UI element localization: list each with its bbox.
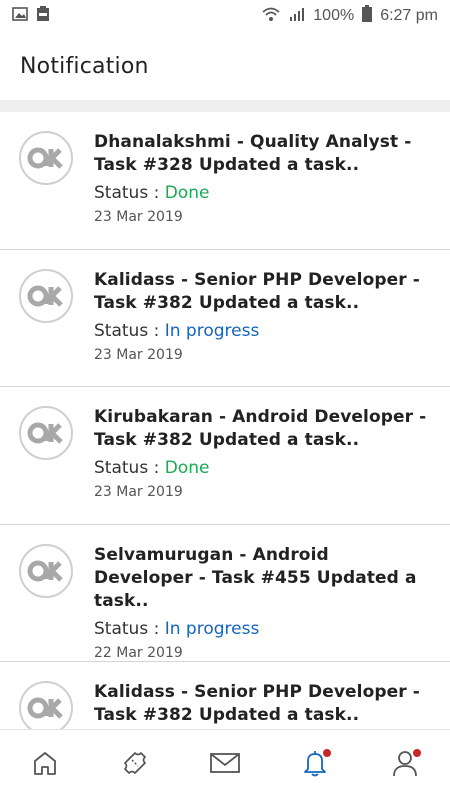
notification-date: 23 Mar 2019 — [94, 346, 183, 363]
avatar-logo-icon — [19, 681, 73, 729]
avatar-logo-icon — [19, 543, 73, 598]
battery-icon — [362, 5, 373, 27]
status-bar-right: 100% 6:27 pm — [261, 5, 438, 27]
notification-item[interactable]: Selvamurugan - Android Developer - Task … — [0, 525, 450, 662]
notification-date: 22 Mar 2019 — [94, 644, 183, 661]
avatar-logo-icon — [19, 131, 73, 185]
status-label: Status : — [94, 458, 165, 478]
notification-status: Status : In progress — [94, 617, 430, 641]
nav-mail-button[interactable] — [195, 735, 255, 795]
status-bar-left — [12, 5, 50, 27]
status-value: Done — [164, 458, 210, 478]
home-icon — [31, 749, 59, 781]
notification-item[interactable]: Kalidass - Senior PHP Developer - Task #… — [0, 662, 450, 729]
mail-icon — [209, 751, 241, 779]
notification-date: 23 Mar 2019 — [94, 209, 183, 225]
app-header: Notification — [0, 32, 450, 100]
clock: 6:27 pm — [380, 7, 438, 24]
notification-title: Selvamurugan - Android Developer - Task … — [94, 544, 417, 611]
ticket-icon — [120, 748, 150, 782]
notification-item[interactable]: Kirubakaran - Android Developer - Task #… — [0, 387, 450, 525]
notification-status: Status : In progress — [94, 319, 430, 343]
status-bar: 100% 6:27 pm — [0, 0, 450, 32]
wifi-icon — [261, 6, 281, 27]
notification-date: 23 Mar 2019 — [94, 484, 183, 500]
signal-icon — [289, 6, 305, 27]
notification-item[interactable]: Kalidass - Senior PHP Developer - Task #… — [0, 250, 450, 387]
notification-list[interactable]: Dhanalakshmi - Quality Analyst - Task #3… — [0, 112, 450, 729]
notification-badge — [323, 749, 331, 757]
status-value: In progress — [164, 320, 260, 341]
battery-saver-icon — [36, 5, 50, 27]
notification-title: Kirubakaran - Android Developer - Task #… — [94, 407, 427, 450]
avatar-logo-icon — [19, 268, 73, 323]
nav-profile-button[interactable] — [375, 735, 435, 795]
status-label: Status : — [94, 618, 165, 639]
image-icon — [12, 6, 28, 26]
header-divider — [0, 100, 450, 112]
nav-tickets-button[interactable] — [105, 735, 165, 795]
notification-status: Status : Done — [94, 456, 430, 480]
status-label: Status : — [94, 183, 165, 203]
bottom-nav — [0, 729, 450, 800]
notification-status: Status : Done — [94, 181, 430, 205]
status-label: Status : — [94, 320, 165, 341]
battery-percent: 100% — [313, 7, 355, 24]
page-title: Notification — [20, 53, 149, 79]
avatar-logo-icon — [19, 406, 73, 460]
nav-home-button[interactable] — [15, 735, 75, 795]
notification-item[interactable]: Dhanalakshmi - Quality Analyst - Task #3… — [0, 112, 450, 250]
status-value: Done — [164, 183, 210, 203]
profile-badge — [413, 749, 421, 757]
notification-title: Kalidass - Senior PHP Developer - Task #… — [94, 269, 420, 313]
status-value: In progress — [164, 618, 260, 639]
notification-title: Dhanalakshmi - Quality Analyst - Task #3… — [94, 132, 412, 175]
notification-title: Kalidass - Senior PHP Developer - Task #… — [94, 682, 420, 725]
nav-notifications-button[interactable] — [285, 735, 345, 795]
